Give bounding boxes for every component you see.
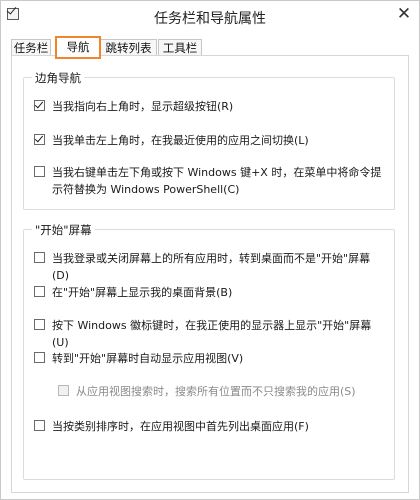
start-screen-title: "开始"屏幕 (32, 222, 95, 238)
start-on-current-display-label: 按下 Windows 徽标键时，在我正使用的显示器上显示"开始"屏幕(U) (52, 319, 372, 349)
show-apps-view-option[interactable]: 转到"开始"屏幕时自动显示应用视图(V) (34, 350, 384, 367)
close-button[interactable]: ✕ (393, 4, 415, 24)
switch-recent-apps-checkbox[interactable] (34, 134, 45, 145)
window-title: 任务栏和导航属性 (154, 11, 266, 27)
start-on-current-display-checkbox[interactable] (34, 319, 45, 330)
corner-navigation-group: 边角导航 当我指向右上角时，显示超级按钮(R) 当我单击左上角时，在我最近使用的… (23, 70, 395, 210)
show-desktop-background-option[interactable]: 在"开始"屏幕上显示我的桌面背景(B) (34, 284, 384, 301)
list-desktop-apps-first-option[interactable]: 当按类别排序时，在应用视图中首先列出桌面应用(F) (34, 418, 384, 435)
show-desktop-background-label: 在"开始"屏幕上显示我的桌面背景(B) (52, 286, 233, 299)
tab-navigation[interactable]: 导航 (55, 36, 101, 59)
title-bar: 任务栏和导航属性 ✕ (1, 1, 419, 31)
replace-powershell-label: 当我右键单击左下角或按下 Windows 键+X 时，在菜单中将命令提示符替换为… (52, 166, 382, 196)
search-everywhere-option: 从应用视图搜索时，搜索所有位置而不只搜索我的应用(S) (58, 383, 384, 400)
switch-recent-apps-option[interactable]: 当我单击左上角时，在我最近使用的应用之间切换(L) (34, 132, 384, 149)
show-apps-view-label: 转到"开始"屏幕时自动显示应用视图(V) (52, 352, 244, 365)
taskbar-navigation-properties-window: 任务栏和导航属性 ✕ 任务栏 导航 跳转列表 工具栏 边角导航 当我指向右上角时… (0, 0, 420, 500)
navigation-tab-panel: 边角导航 当我指向右上角时，显示超级按钮(R) 当我单击左上角时，在我最近使用的… (11, 55, 409, 493)
start-on-current-display-option[interactable]: 按下 Windows 徽标键时，在我正使用的显示器上显示"开始"屏幕(U) (34, 317, 384, 351)
go-to-desktop-option[interactable]: 当我登录或关闭屏幕上的所有应用时，转到桌面而不是"开始"屏幕(D) (34, 250, 384, 284)
show-charms-label: 当我指向右上角时，显示超级按钮(R) (52, 100, 234, 113)
list-desktop-apps-first-label: 当按类别排序时，在应用视图中首先列出桌面应用(F) (52, 420, 309, 433)
tab-jump-lists[interactable]: 跳转列表 (100, 39, 157, 56)
show-desktop-background-checkbox[interactable] (34, 286, 45, 297)
switch-recent-apps-label: 当我单击左上角时，在我最近使用的应用之间切换(L) (52, 134, 309, 147)
show-apps-view-checkbox[interactable] (34, 352, 45, 363)
search-everywhere-checkbox (58, 385, 69, 396)
start-screen-group: "开始"屏幕 当我登录或关闭屏幕上的所有应用时，转到桌面而不是"开始"屏幕(D)… (23, 222, 395, 480)
tab-toolbars[interactable]: 工具栏 (158, 39, 202, 56)
corner-navigation-title: 边角导航 (32, 70, 84, 86)
tab-taskbar[interactable]: 任务栏 (11, 39, 51, 56)
search-everywhere-label: 从应用视图搜索时，搜索所有位置而不只搜索我的应用(S) (76, 385, 356, 398)
replace-powershell-checkbox[interactable] (34, 166, 45, 177)
go-to-desktop-label: 当我登录或关闭屏幕上的所有应用时，转到桌面而不是"开始"屏幕(D) (52, 252, 371, 282)
list-desktop-apps-first-checkbox[interactable] (34, 420, 45, 431)
go-to-desktop-checkbox[interactable] (34, 252, 45, 263)
replace-powershell-option[interactable]: 当我右键单击左下角或按下 Windows 键+X 时，在菜单中将命令提示符替换为… (34, 164, 384, 198)
show-charms-checkbox[interactable] (34, 100, 45, 111)
show-charms-option[interactable]: 当我指向右上角时，显示超级按钮(R) (34, 98, 384, 115)
